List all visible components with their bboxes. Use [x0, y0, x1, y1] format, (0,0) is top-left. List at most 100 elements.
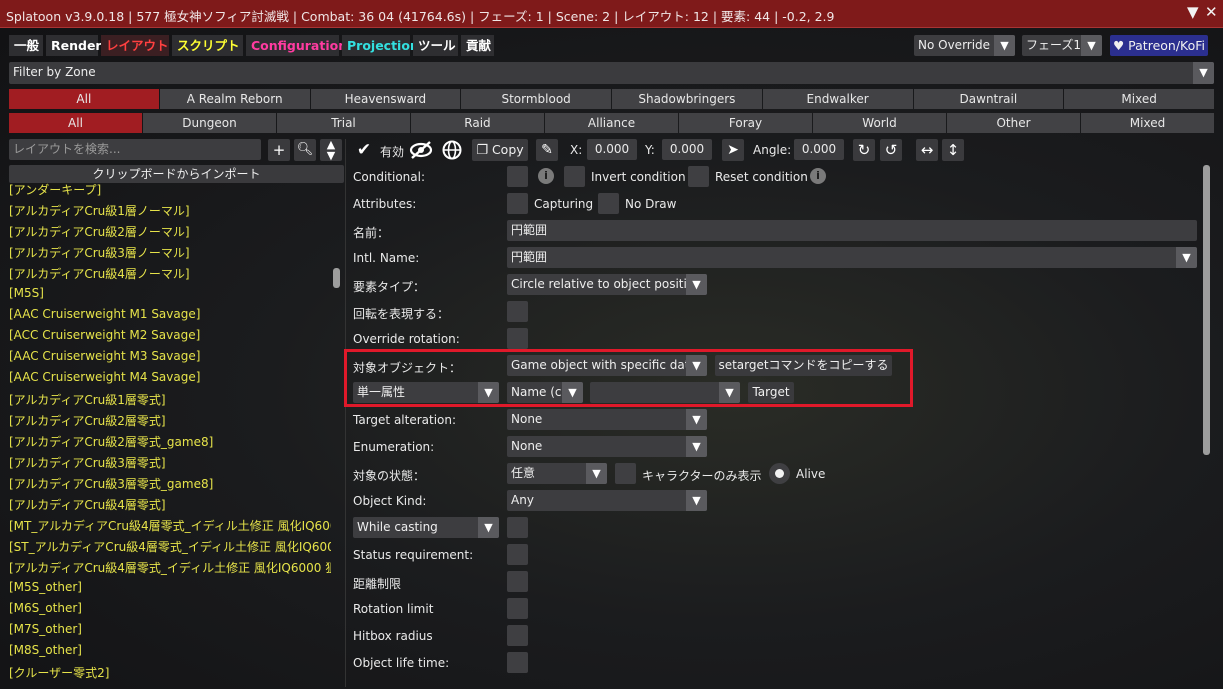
expansion-7[interactable]: Mixed [1064, 89, 1214, 109]
tab-3[interactable]: スクリプト [172, 35, 243, 56]
enumeration-select[interactable]: None ▼ [507, 436, 707, 457]
layout-list-item[interactable]: [MT_アルカディアCru級4層零式_イディル土修正 風化IQ600 [9, 517, 331, 534]
close-icon[interactable]: ✕ [1205, 3, 1218, 21]
object-life-time-checkbox[interactable] [507, 652, 528, 673]
layout-list-item[interactable]: [アルカディアCru級4層零式_イディル土修正 風化IQ6000 狙 [9, 559, 331, 576]
content-type-2[interactable]: Trial [277, 113, 410, 133]
layout-list-item[interactable]: [アルカディアCru級1層零式] [9, 391, 331, 408]
expansion-4[interactable]: Shadowbringers [612, 89, 762, 109]
window-titlebar[interactable]: Splatoon v3.9.0.18 | 577 極女神ソフィア討滅戦 | Co… [0, 0, 1223, 28]
content-type-6[interactable]: World [813, 113, 946, 133]
layout-list-item[interactable]: [ST_アルカディアCru級4層零式_イディル土修正 風化IQ600 [9, 538, 331, 555]
element-type-select[interactable]: Circle relative to object positio ▼ [507, 274, 707, 295]
layout-list-item[interactable]: [M5S_other] [9, 580, 331, 594]
target-alteration-select[interactable]: None ▼ [507, 409, 707, 430]
layout-list-item[interactable]: [アルカディアCru級3層零式_game8] [9, 475, 331, 492]
layout-list-item[interactable]: [アルカディアCru級1層ノーマル] [9, 202, 331, 219]
globe-icon[interactable] [441, 139, 463, 161]
no-draw-checkbox[interactable] [598, 193, 619, 214]
expansion-1[interactable]: A Realm Reborn [159, 89, 310, 109]
tab-7[interactable]: 貢献 [461, 35, 494, 56]
expansion-6[interactable]: Dawntrail [913, 89, 1064, 109]
tab-0[interactable]: 一般 [9, 35, 43, 56]
expansion-2[interactable]: Heavensward [310, 89, 461, 109]
name-input[interactable]: 円範囲 [507, 220, 1197, 241]
content-type-4[interactable]: Alliance [545, 113, 678, 133]
layout-list-item[interactable]: [アルカディアCru級2層ノーマル] [9, 223, 331, 240]
alive-radio[interactable] [769, 463, 790, 484]
search-zoom-icon[interactable]: 🔍︎ [294, 139, 316, 161]
target-value-select[interactable]: ▼ [590, 382, 740, 403]
rotation-checkbox[interactable] [507, 301, 528, 322]
tab-4[interactable]: Configurations [246, 35, 355, 56]
expansion-0[interactable]: All [9, 89, 159, 109]
object-state-select[interactable]: 任意 ▼ [507, 463, 607, 484]
tab-2[interactable]: レイアウト [101, 35, 169, 56]
layout-list-item[interactable]: [ACC Cruiserweight M2 Savage] [9, 328, 331, 342]
flip-horizontal-icon[interactable]: ↔ [916, 139, 938, 161]
override-rotation-checkbox[interactable] [507, 328, 528, 349]
conditional-checkbox[interactable] [507, 166, 528, 187]
target-object-select[interactable]: Game object with specific data ▼ [507, 355, 707, 376]
info-icon[interactable]: i [538, 168, 554, 184]
copy-button[interactable]: ❐ Copy [472, 139, 528, 161]
flip-vertical-icon[interactable]: ↕ [942, 139, 964, 161]
filter-by-zone-select[interactable]: Filter by Zone ▼ [9, 62, 1214, 84]
content-type-5[interactable]: Foray [679, 113, 812, 133]
cursor-icon[interactable]: ➤ [722, 139, 744, 161]
while-casting-select[interactable]: While casting ▼ [353, 517, 499, 538]
layout-search-input[interactable]: レイアウトを検索... [9, 139, 261, 160]
collapse-icon[interactable]: ▼ [1187, 3, 1199, 21]
capturing-checkbox[interactable] [507, 193, 528, 214]
layout-list-item[interactable]: [アルカディアCru級4層零式] [9, 496, 331, 513]
content-type-3[interactable]: Raid [411, 113, 544, 133]
tab-1[interactable]: Render [46, 35, 102, 56]
name-type-select[interactable]: Name (c ▼ [507, 382, 583, 403]
layout-list-item[interactable]: [アルカディアCru級2層零式_game8] [9, 433, 331, 450]
checkmark-icon[interactable]: ✔ [353, 139, 375, 161]
layout-list-item[interactable]: [アルカディアCru級2層零式] [9, 412, 331, 429]
intl-name-select[interactable]: 円範囲 ▼ [507, 247, 1197, 268]
expansion-5[interactable]: Endwalker [762, 89, 913, 109]
while-casting-checkbox[interactable] [507, 517, 528, 538]
rotate-clockwise-icon[interactable]: ↻ [853, 139, 875, 161]
characters-only-checkbox[interactable] [615, 463, 636, 484]
sort-icon[interactable]: ▲ ▼ [320, 139, 342, 161]
layout-list-item[interactable]: [クルーザー零式2] [9, 664, 331, 681]
tab-6[interactable]: ツール [413, 35, 458, 56]
layout-list-item[interactable]: [AAC Cruiserweight M3 Savage] [9, 349, 331, 363]
content-type-8[interactable]: Mixed [1081, 113, 1214, 133]
status-requirement-checkbox[interactable] [507, 544, 528, 565]
phase-select[interactable]: フェーズ1 ▼ [1022, 35, 1102, 56]
rotate-counterclockwise-icon[interactable]: ↺ [880, 139, 902, 161]
hitbox-radius-checkbox[interactable] [507, 625, 528, 646]
layout-list-item[interactable]: [アルカディアCru級4層ノーマル] [9, 265, 331, 282]
right-scrollbar-thumb[interactable] [1203, 165, 1210, 455]
layout-list-item[interactable]: [M5S] [9, 286, 331, 300]
distance-limit-checkbox[interactable] [507, 571, 528, 592]
layout-list-item[interactable]: [M6S_other] [9, 601, 331, 615]
target-button[interactable]: Target [748, 382, 794, 403]
left-scrollbar-thumb[interactable] [333, 268, 340, 288]
layout-list-item[interactable]: [M7S_other] [9, 622, 331, 636]
rotation-limit-checkbox[interactable] [507, 598, 528, 619]
layout-list-item[interactable]: [アルカディアCru級3層零式] [9, 454, 331, 471]
expansion-3[interactable]: Stormblood [461, 89, 611, 109]
content-type-0[interactable]: All [9, 113, 142, 133]
x-coordinate-input[interactable]: 0.000 [587, 139, 637, 160]
content-type-1[interactable]: Dungeon [143, 113, 276, 133]
layout-list-item[interactable]: [AAC Cruiserweight M1 Savage] [9, 307, 331, 321]
override-select[interactable]: No Override ▼ [914, 35, 1015, 56]
layout-list-item[interactable]: [AAC Cruiserweight M4 Savage] [9, 370, 331, 384]
layout-list-item[interactable]: [アンダーキープ] [9, 181, 331, 198]
single-attribute-select[interactable]: 単一属性 ▼ [353, 382, 499, 403]
eye-slash-icon[interactable] [409, 139, 433, 161]
layout-list-item[interactable]: [M8S_other] [9, 643, 331, 657]
copy-settarget-button[interactable]: setargetコマンドをコピーする [715, 355, 892, 376]
reset-condition-checkbox[interactable] [688, 166, 709, 187]
layout-list-item[interactable]: [アルカディアCru級3層ノーマル] [9, 244, 331, 261]
eyedropper-icon[interactable]: ✎ [536, 139, 558, 161]
tab-5[interactable]: Projection [342, 35, 419, 56]
invert-condition-checkbox[interactable] [564, 166, 585, 187]
content-type-7[interactable]: Other [947, 113, 1080, 133]
